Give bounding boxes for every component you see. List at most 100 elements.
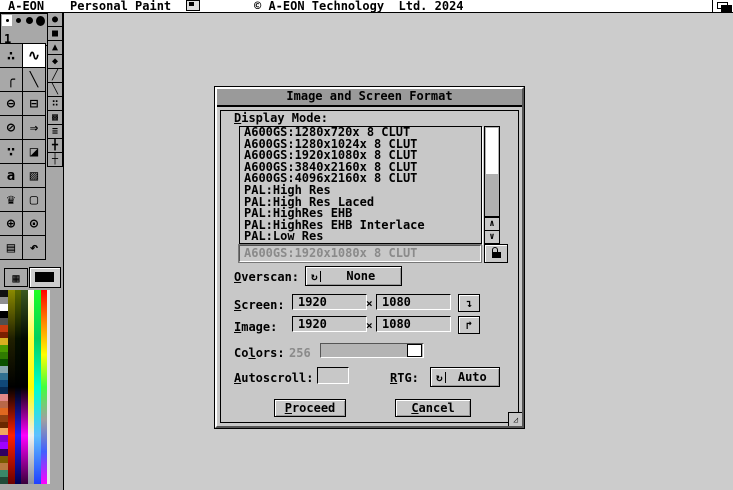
dialog-title: Image and Screen Format: [286, 89, 452, 103]
palette-cell[interactable]: [0, 456, 8, 463]
palette-cell[interactable]: [0, 366, 8, 373]
image-width-field[interactable]: 1920: [292, 316, 367, 332]
brush-size-dot[interactable]: [25, 15, 34, 26]
palette-cell[interactable]: [0, 422, 8, 429]
menubar[interactable]: A-EON Personal Paint © A-EON Technology …: [0, 0, 733, 13]
select-brush-tool[interactable]: ▢: [22, 187, 46, 212]
palette-edge: [47, 290, 50, 484]
palette-cell[interactable]: [0, 415, 8, 422]
square-brush-icon[interactable]: ■: [47, 26, 63, 41]
palette-cell[interactable]: [0, 359, 8, 366]
selected-mode-field: A600GS:1920x1080x 8 CLUT: [239, 245, 481, 262]
palette-cell[interactable]: [0, 318, 8, 325]
image-screen-format-dialog: Image and Screen Format Display Mode: A6…: [215, 87, 524, 428]
palette-cell[interactable]: [0, 373, 8, 380]
palette-cell[interactable]: [0, 311, 8, 318]
palette-cell[interactable]: [0, 290, 8, 297]
freehand-tool[interactable]: ∿: [22, 43, 46, 68]
gradient-tool[interactable]: ▨: [22, 163, 46, 188]
palette-cell[interactable]: [0, 435, 8, 442]
brush-size-dot[interactable]: [2, 15, 12, 26]
round-brush-icon[interactable]: ●: [47, 12, 63, 27]
diagonal-brush-icon[interactable]: ╱: [47, 68, 63, 83]
grid-icon[interactable]: ▦: [4, 268, 28, 287]
scrollbar-track[interactable]: [484, 126, 500, 217]
dialog-titlebar[interactable]: Image and Screen Format: [217, 89, 522, 107]
app-screen: A-EON Personal Paint © A-EON Technology …: [0, 0, 733, 490]
brush-size-dot[interactable]: [36, 15, 45, 26]
rtg-label: RTG:: [390, 371, 419, 385]
scrollbar-thumb[interactable]: [486, 128, 498, 174]
colors-slider[interactable]: [320, 343, 424, 358]
palette-cell[interactable]: [0, 428, 8, 435]
undo-tool[interactable]: ↶: [22, 235, 46, 260]
colors-slider-knob[interactable]: [407, 344, 422, 357]
brush-size-selector[interactable]: 1: [0, 13, 48, 46]
sparse-pattern-icon[interactable]: ∷: [47, 96, 63, 111]
bold-cross-brush-icon[interactable]: ╋: [47, 138, 63, 153]
palette-cell[interactable]: [0, 352, 8, 359]
overscan-cycle-button[interactable]: ↻ None: [305, 266, 402, 286]
thin-cross-brush-icon[interactable]: ┼: [47, 152, 63, 167]
rectangle-tool[interactable]: ⊟: [22, 91, 46, 116]
image-height-field[interactable]: 1080: [376, 316, 451, 332]
triangle-brush-icon[interactable]: ▲: [47, 40, 63, 55]
palette-cell[interactable]: [0, 470, 8, 477]
palette-cell[interactable]: [0, 394, 8, 401]
airbrush-tool[interactable]: ∵: [0, 139, 23, 164]
palette-cell[interactable]: [0, 387, 8, 394]
palette-cell[interactable]: [0, 477, 8, 484]
rtg-cycle-button[interactable]: ↻ Auto: [430, 367, 500, 387]
palette-cell[interactable]: [0, 304, 8, 311]
brush-size-dot[interactable]: [14, 15, 23, 26]
screen-width-field[interactable]: 1920: [292, 294, 367, 310]
curve-tool[interactable]: ╭: [0, 67, 23, 92]
screen-height-field[interactable]: 1080: [376, 294, 451, 310]
copy-screen-to-image-icon[interactable]: ↴: [458, 294, 480, 312]
palette-cell[interactable]: [0, 297, 8, 304]
display-mode-list[interactable]: A600GS:1280x720x 8 CLUTA600GS:1280x1024x…: [239, 126, 482, 244]
palette-cell[interactable]: [0, 408, 8, 415]
palette-cell[interactable]: [0, 463, 8, 470]
trash-tool[interactable]: ▤: [0, 235, 23, 260]
palette-cell[interactable]: [0, 401, 8, 408]
resize-gadget-icon[interactable]: ◿: [508, 412, 522, 426]
palette-cell[interactable]: [0, 449, 8, 456]
palette-cell[interactable]: [0, 338, 8, 345]
copy-image-to-screen-icon[interactable]: ↱: [458, 316, 480, 334]
dense-pattern-icon[interactable]: ▩: [47, 110, 63, 125]
autoscroll-checkbox[interactable]: [317, 367, 349, 384]
thin-diagonal-brush-icon[interactable]: ╲: [47, 82, 63, 97]
proceed-button[interactable]: Proceed: [274, 399, 346, 417]
scroll-up-icon[interactable]: ∧: [484, 217, 500, 231]
palette-cell[interactable]: [0, 442, 8, 449]
lines-pattern-icon[interactable]: ≡: [47, 124, 63, 139]
ellipse-tool[interactable]: ⊖: [0, 91, 23, 116]
dotted-freehand-tool[interactable]: ∴: [0, 43, 23, 68]
palette-cell[interactable]: [0, 325, 8, 332]
fill-tool[interactable]: ◪: [22, 139, 46, 164]
cycle-icon: ↻: [436, 372, 446, 383]
oval-tool[interactable]: ⊘: [0, 115, 23, 140]
text-tool[interactable]: a: [0, 163, 23, 188]
display-mode-option[interactable]: PAL:Low Res: [240, 231, 481, 243]
magnify-plus-tool[interactable]: ⊕: [0, 211, 23, 236]
cancel-button[interactable]: Cancel: [395, 399, 471, 417]
cycle-icon: ↻: [311, 271, 321, 282]
diamond-brush-icon[interactable]: ◆: [47, 54, 63, 69]
palette-cell[interactable]: [0, 332, 8, 339]
magnify-tool[interactable]: ⊙: [22, 211, 46, 236]
scroll-down-icon[interactable]: ∨: [484, 230, 500, 244]
app-title: Personal Paint: [70, 0, 171, 12]
display-mode-scrollbar[interactable]: ∧ ∨: [484, 126, 500, 242]
palette-cell[interactable]: [0, 380, 8, 387]
line-tool[interactable]: ╲: [22, 67, 46, 92]
color-palette: [0, 290, 47, 484]
lock-button[interactable]: [484, 244, 508, 263]
screen-depth-gadget-icon[interactable]: [712, 0, 733, 12]
brush-size-dots[interactable]: [2, 15, 45, 26]
current-color-swatch[interactable]: [29, 267, 61, 288]
polygon-tool[interactable]: ⇒: [22, 115, 46, 140]
palette-cell[interactable]: [0, 345, 8, 352]
brush-tool[interactable]: ♛: [0, 187, 23, 212]
